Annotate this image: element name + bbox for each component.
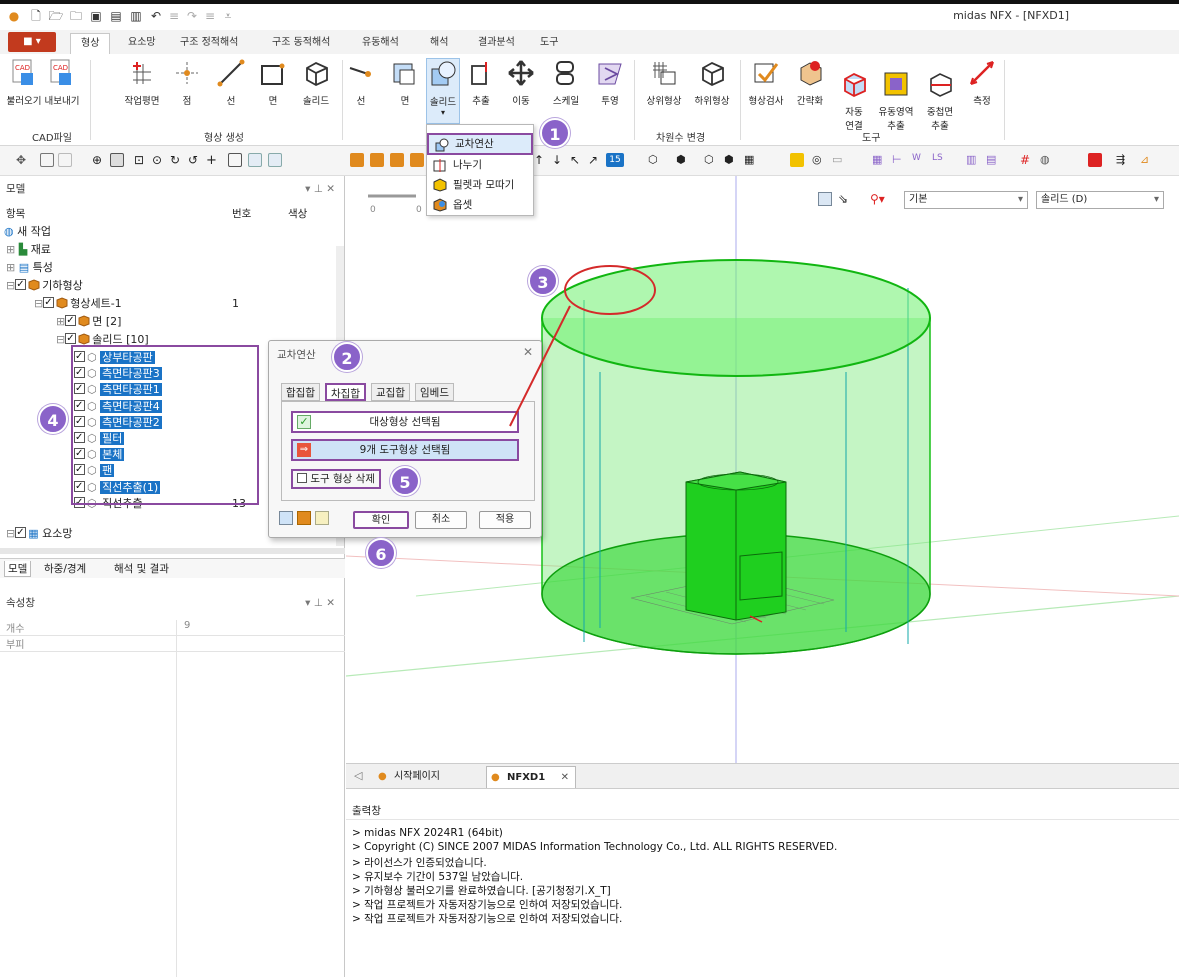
callout-ellipse — [564, 265, 656, 315]
callout-badge-4: 4 — [38, 404, 68, 434]
callout-badge-2: 2 — [332, 342, 362, 372]
callout-badge-6: 6 — [366, 538, 396, 568]
callout-badge-1: 1 — [540, 118, 570, 148]
callout-badge-3: 3 — [528, 266, 558, 296]
menu-highlight — [422, 122, 532, 152]
annotation-overlay — [71, 122, 656, 505]
callout-connector — [509, 305, 571, 427]
callout-badge-5: 5 — [390, 466, 420, 496]
selection-highlight-frame — [71, 345, 259, 505]
